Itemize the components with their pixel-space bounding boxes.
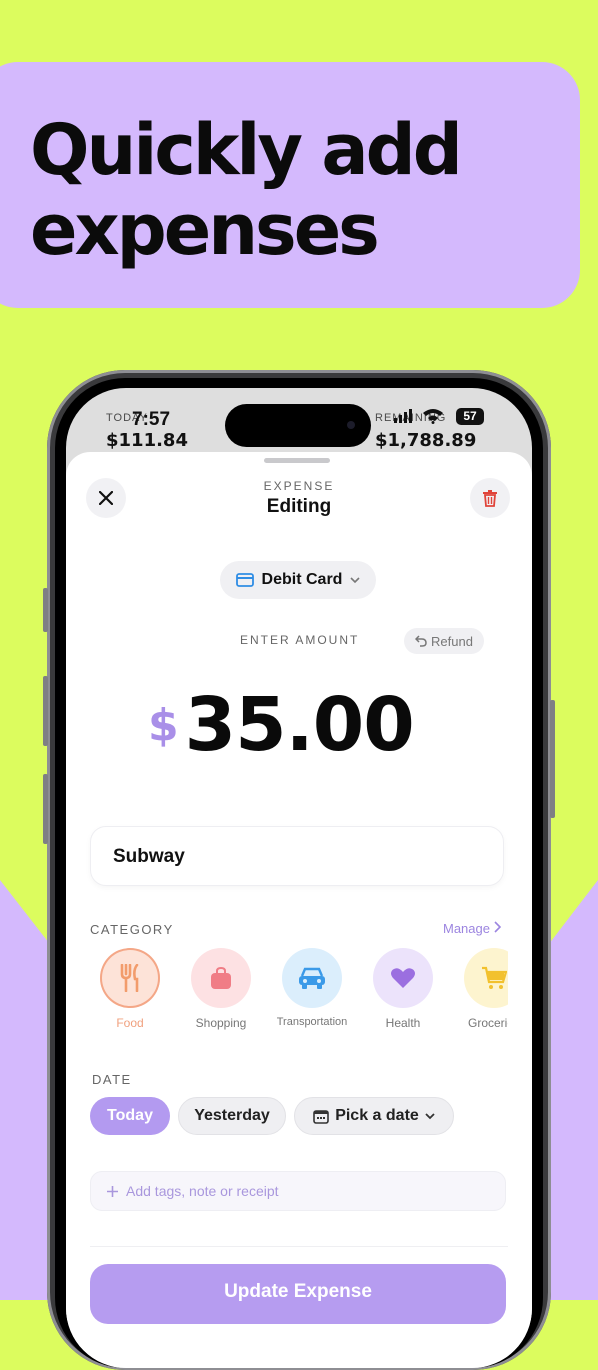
trash-icon — [483, 489, 497, 507]
remaining-value: $1,788.89 — [375, 430, 477, 451]
bag-icon — [211, 966, 231, 989]
merchant-field[interactable]: Subway — [90, 826, 504, 886]
refund-button[interactable]: Refund — [404, 628, 484, 654]
category-label-transportation: Transportation — [276, 1016, 348, 1028]
amount-value: 35.00 — [184, 682, 415, 768]
status-time: 7:57 — [132, 409, 171, 430]
phone-volume-up — [43, 676, 48, 746]
chevron-down-icon — [425, 1112, 435, 1119]
phone-silent-switch — [43, 588, 48, 632]
pick-date-label: Pick a date — [335, 1107, 419, 1124]
date-yesterday-button[interactable]: Yesterday — [178, 1097, 286, 1135]
headline-line-2: expenses — [30, 189, 380, 271]
fork-knife-icon — [120, 964, 139, 992]
dynamic-island — [225, 404, 371, 447]
category-label-groceries: Groceries — [467, 1016, 508, 1030]
chevron-down-icon — [350, 576, 361, 583]
date-yesterday-label: Yesterday — [194, 1107, 270, 1124]
today-spent-value: $111.84 — [106, 430, 188, 451]
amount-display[interactable]: $ 35.00 — [148, 680, 415, 770]
sheet-title: Editing — [266, 496, 332, 517]
phone-volume-down — [43, 774, 48, 844]
phone-screen: TODAY $111.84 REMAINING $1,788.89 7:57 5… — [66, 388, 532, 1368]
category-item-transportation[interactable]: Transportation — [267, 948, 357, 1028]
credit-card-icon — [235, 573, 254, 587]
manage-categories-link[interactable]: Manage — [443, 921, 501, 936]
expense-sheet: EXPENSE Editing Debit Card ENTER AMOUNT … — [66, 452, 532, 1368]
headline-line-1: Quickly add — [30, 109, 463, 191]
category-item-shopping[interactable]: Shopping — [176, 948, 266, 1030]
plus-icon — [107, 1185, 118, 1197]
divider — [90, 1246, 508, 1247]
phone-power-button — [550, 700, 555, 818]
heart-icon — [391, 968, 415, 988]
tags-placeholder: Add tags, note or receipt — [126, 1183, 279, 1199]
sheet-grabber[interactable] — [264, 458, 330, 463]
payment-method-label: Debit Card — [261, 571, 343, 588]
tags-note-field[interactable]: Add tags, note or receipt — [90, 1171, 506, 1211]
date-today-label: Today — [107, 1107, 153, 1124]
category-item-food[interactable]: Food — [90, 948, 175, 1030]
category-label-shopping: Shopping — [195, 1016, 247, 1030]
date-label: DATE — [92, 1072, 132, 1087]
headline: Quickly add expenses — [30, 109, 463, 271]
currency-symbol: $ — [148, 699, 179, 751]
manage-label: Manage — [443, 921, 490, 936]
category-label: CATEGORY — [90, 922, 174, 937]
sheet-eyebrow: EXPENSE — [263, 479, 335, 493]
update-expense-button[interactable]: Update Expense — [90, 1264, 506, 1324]
category-label-health: Health — [385, 1016, 421, 1030]
undo-icon — [415, 635, 427, 647]
pick-date-button[interactable]: Pick a date — [294, 1097, 454, 1135]
category-list: Food Shopping Transportation Health Groc… — [90, 948, 508, 1040]
signal-icon — [394, 409, 414, 426]
category-item-groceries[interactable]: Groceries — [449, 948, 508, 1030]
battery-icon: 57 — [456, 408, 484, 425]
calendar-icon — [313, 1109, 329, 1124]
category-label-food: Food — [116, 1016, 144, 1030]
enter-amount-label: ENTER AMOUNT — [240, 633, 360, 647]
category-item-health[interactable]: Health — [358, 948, 448, 1030]
date-today-button[interactable]: Today — [90, 1097, 170, 1135]
wifi-icon — [422, 408, 444, 429]
delete-button[interactable] — [470, 478, 510, 518]
cart-icon — [482, 966, 507, 989]
chevron-right-icon — [494, 921, 501, 933]
refund-label: Refund — [431, 633, 473, 649]
payment-method-selector[interactable]: Debit Card — [220, 561, 376, 599]
car-icon — [299, 967, 325, 989]
